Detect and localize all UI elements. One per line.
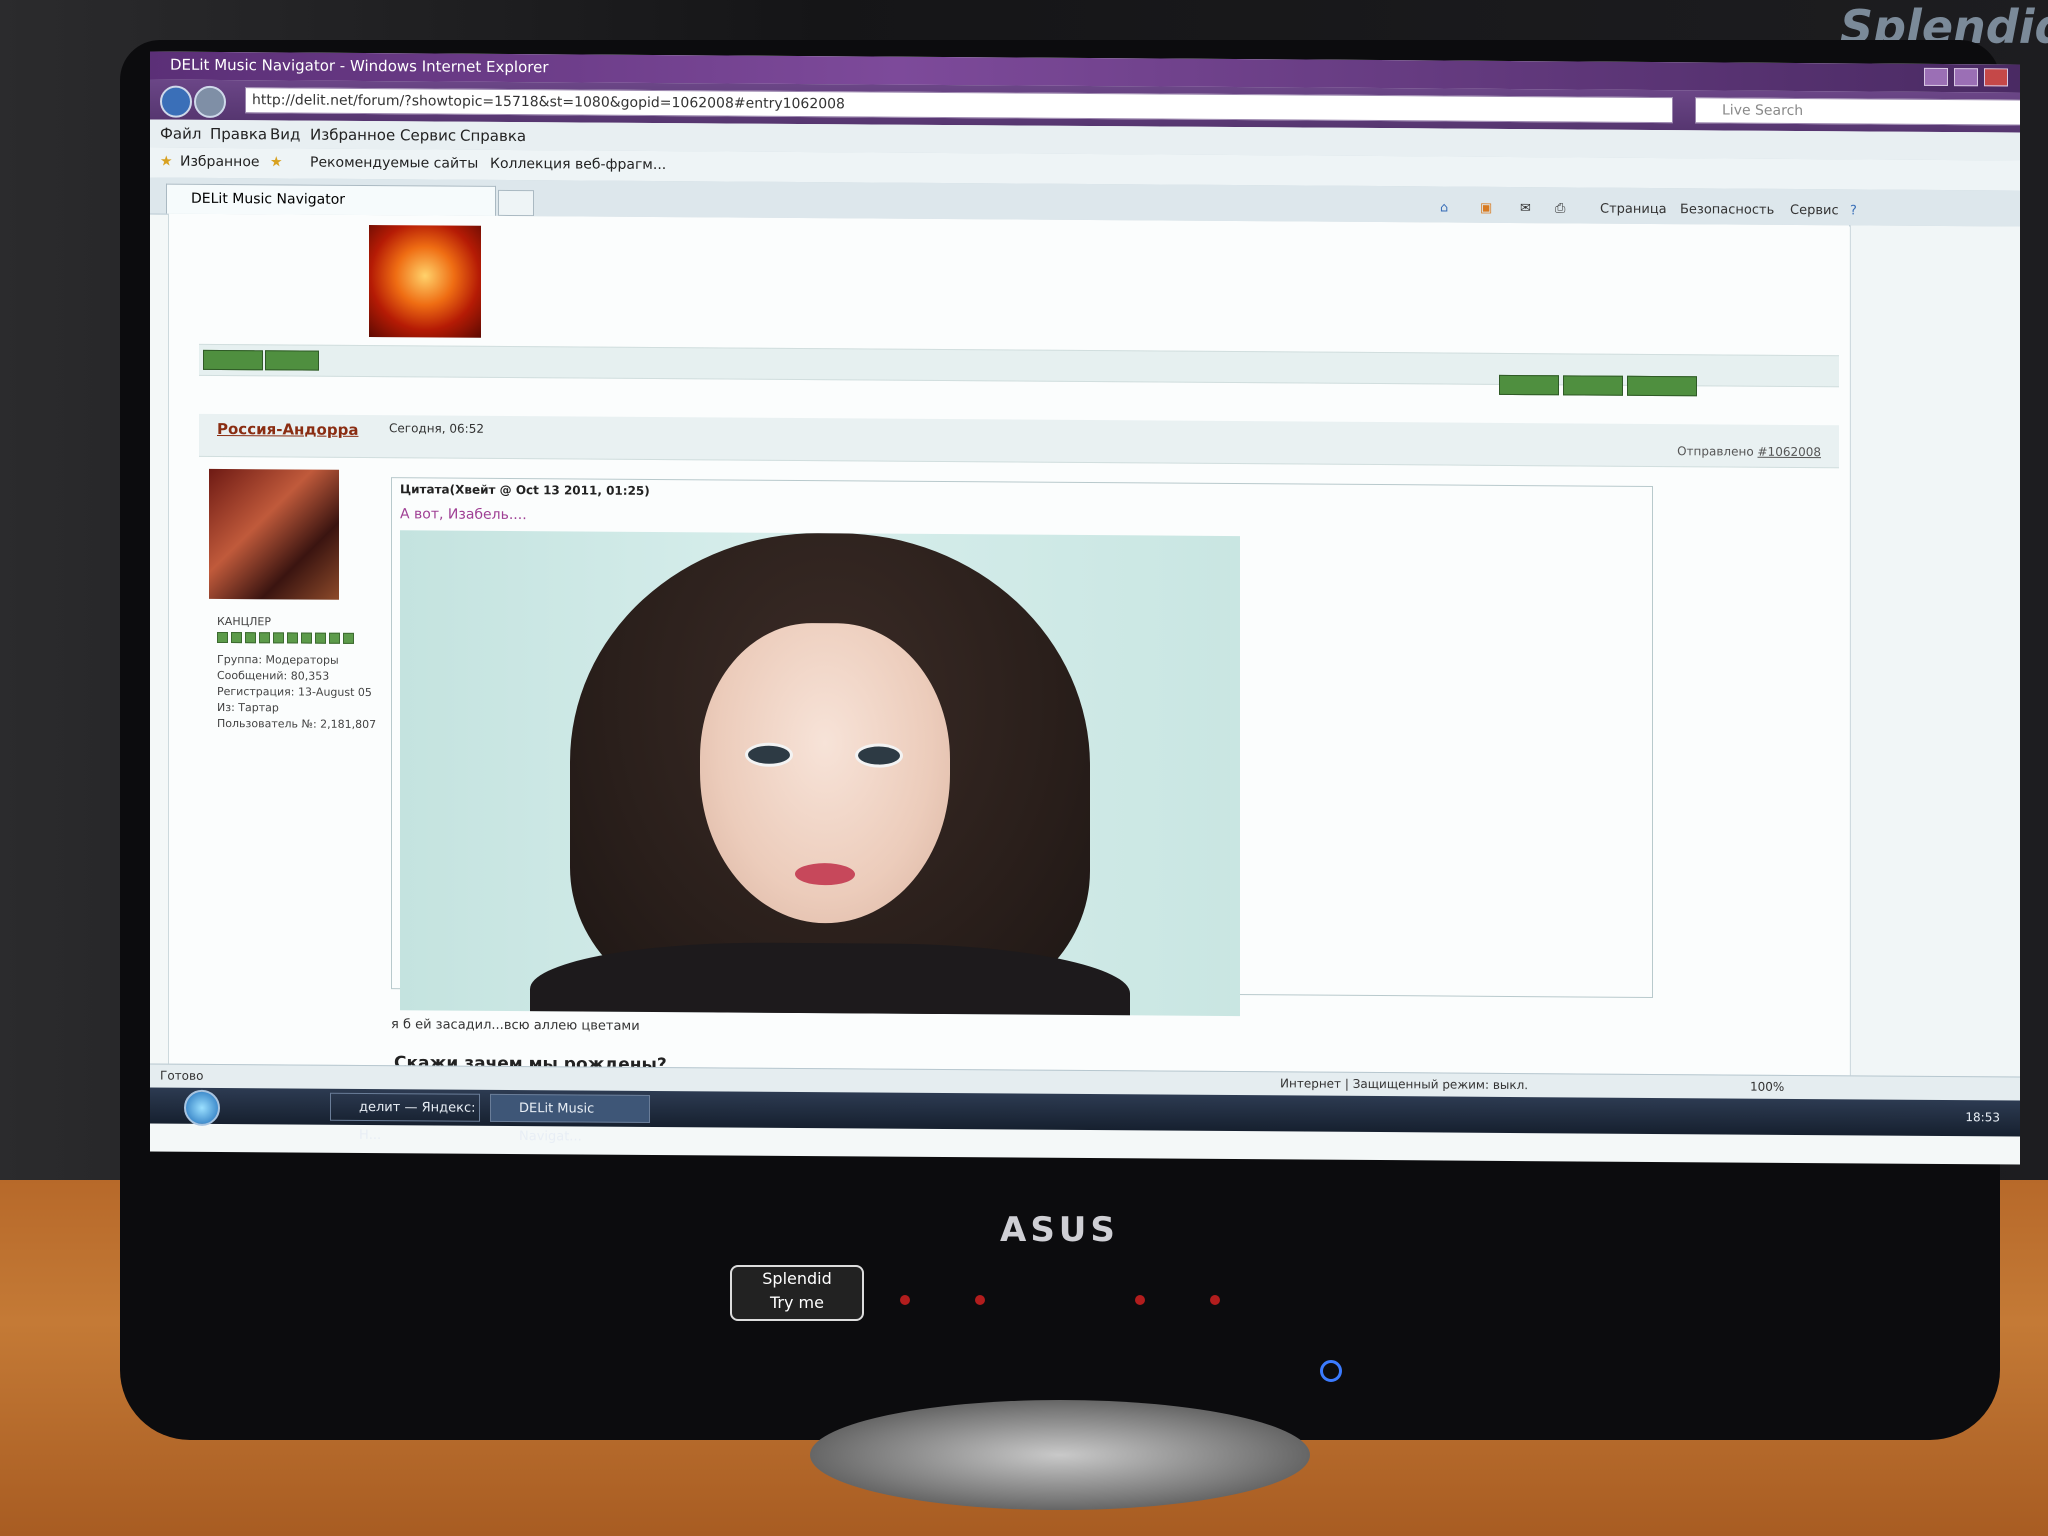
profile-button[interactable] [203,349,263,371]
monitor-stand [810,1400,1310,1510]
menu-file[interactable]: Файл [160,125,201,143]
menu-edit[interactable]: Правка [210,125,267,143]
add-favorite-icon[interactable]: ★ [270,154,283,170]
taskbar-item-delit[interactable]: DELit Music Navigat... [490,1093,650,1144]
post-date: Сегодня, 06:52 [389,421,484,436]
control-led [975,1295,985,1305]
menu-favorites[interactable]: Избранное [310,126,395,145]
taskbar-item-yandex[interactable]: делит — Яндекс: Н... [330,1092,480,1143]
monitor-brand: ASUS [1000,1210,1119,1250]
post-header: Россия-Андорра Сегодня, 06:52 Отправлено… [199,413,1839,469]
edit-button[interactable] [1563,375,1623,396]
forum-page: Россия-Андорра Сегодня, 06:52 Отправлено… [168,213,1849,1076]
search-input[interactable]: Live Search [1695,97,2020,126]
sent-label: Отправлено [1677,444,1754,459]
safety-menu[interactable]: Безопасность [1680,202,1774,218]
address-input[interactable]: http://delit.net/forum/?showtopic=15718&… [245,87,1673,124]
rank-pips [217,631,354,644]
forward-icon[interactable] [194,85,226,119]
status-ready: Готово [160,1068,204,1083]
photo-lips [795,862,855,886]
quote-button[interactable] [1627,375,1697,397]
web-slices-link[interactable]: Коллекция веб-фрагм... [490,156,666,173]
back-icon[interactable] [160,85,192,118]
splendid-label: Splendid [762,1269,832,1288]
close-button[interactable] [1984,68,2008,87]
author-rank: КАНЦЛЕР [217,614,272,629]
help-icon[interactable]: ? [1850,203,1857,218]
post-anchor[interactable]: #1062008 [1758,445,1822,459]
page-menu[interactable]: Страница [1600,202,1667,217]
post-author[interactable]: Россия-Андорра [217,420,358,439]
quote-text: А вот, Изабель.... [400,506,527,524]
power-icon[interactable] [1320,1360,1342,1382]
photo-eye [855,743,903,768]
new-tab-button[interactable] [498,189,534,217]
window-title: DELit Music Navigator - Windows Internet… [170,55,549,77]
tools-menu[interactable]: Сервис [1790,203,1839,218]
author-location: Из: Тартар [217,700,279,715]
post-action-bar [199,343,1839,397]
suggested-sites-link[interactable]: Рекомендуемые сайты [310,155,478,172]
menu-tools[interactable]: Сервис [400,126,456,144]
screen: DELit Music Navigator - Windows Internet… [150,51,2020,1165]
author-posts: Сообщений: 80,353 [217,668,330,683]
maximize-button[interactable] [1954,68,1978,87]
favorites-button[interactable]: Избранное [180,154,260,171]
menu-help[interactable]: Справка [460,127,526,145]
menu-view[interactable]: Вид [270,125,300,143]
author-group: Группа: Модераторы [217,652,339,667]
star-icon: ★ [160,153,173,170]
quote-block: Цитата(Хвейт @ Oct 13 2011, 01:25) А вот… [391,477,1653,1017]
print-icon[interactable]: ⎙ [1555,201,1565,216]
tab-delit[interactable]: DELit Music Navigator [166,183,496,216]
previous-post-avatar [369,225,481,338]
control-led [1135,1295,1145,1305]
start-button[interactable] [184,1089,220,1126]
try-me-label: Try me [770,1293,824,1312]
window-controls [1924,67,2008,87]
quote-header: Цитата(Хвейт @ Oct 13 2011, 01:25) [400,482,650,498]
quoted-photo [400,530,1240,1017]
post-body: я б ей засадил...всю аллею цветами [391,1017,640,1034]
control-led [900,1295,910,1305]
right-scroll-area[interactable] [1850,225,2020,1077]
author-avatar [209,468,339,600]
minimize-button[interactable] [1924,67,1948,87]
mail-icon[interactable]: ✉ [1520,201,1531,216]
author-user-number: Пользователь №: 2,181,807 [217,716,377,732]
zoom-level[interactable]: 100% [1750,1080,1784,1094]
author-registered: Регистрация: 13-August 05 [217,684,372,700]
delete-button[interactable] [1499,374,1559,396]
pm-button[interactable] [265,350,319,371]
feeds-icon[interactable]: ▣ [1480,201,1492,216]
home-icon[interactable]: ⌂ [1440,200,1448,215]
photo-eye [745,742,793,767]
post-link: Отправлено #1062008 [1677,444,1821,459]
clock: 18:53 [1965,1110,2000,1125]
splendid-badge[interactable]: Splendid Try me [730,1265,864,1321]
control-led [1210,1295,1220,1305]
status-zone: Интернет | Защищенный режим: выкл. [1280,1076,1529,1093]
